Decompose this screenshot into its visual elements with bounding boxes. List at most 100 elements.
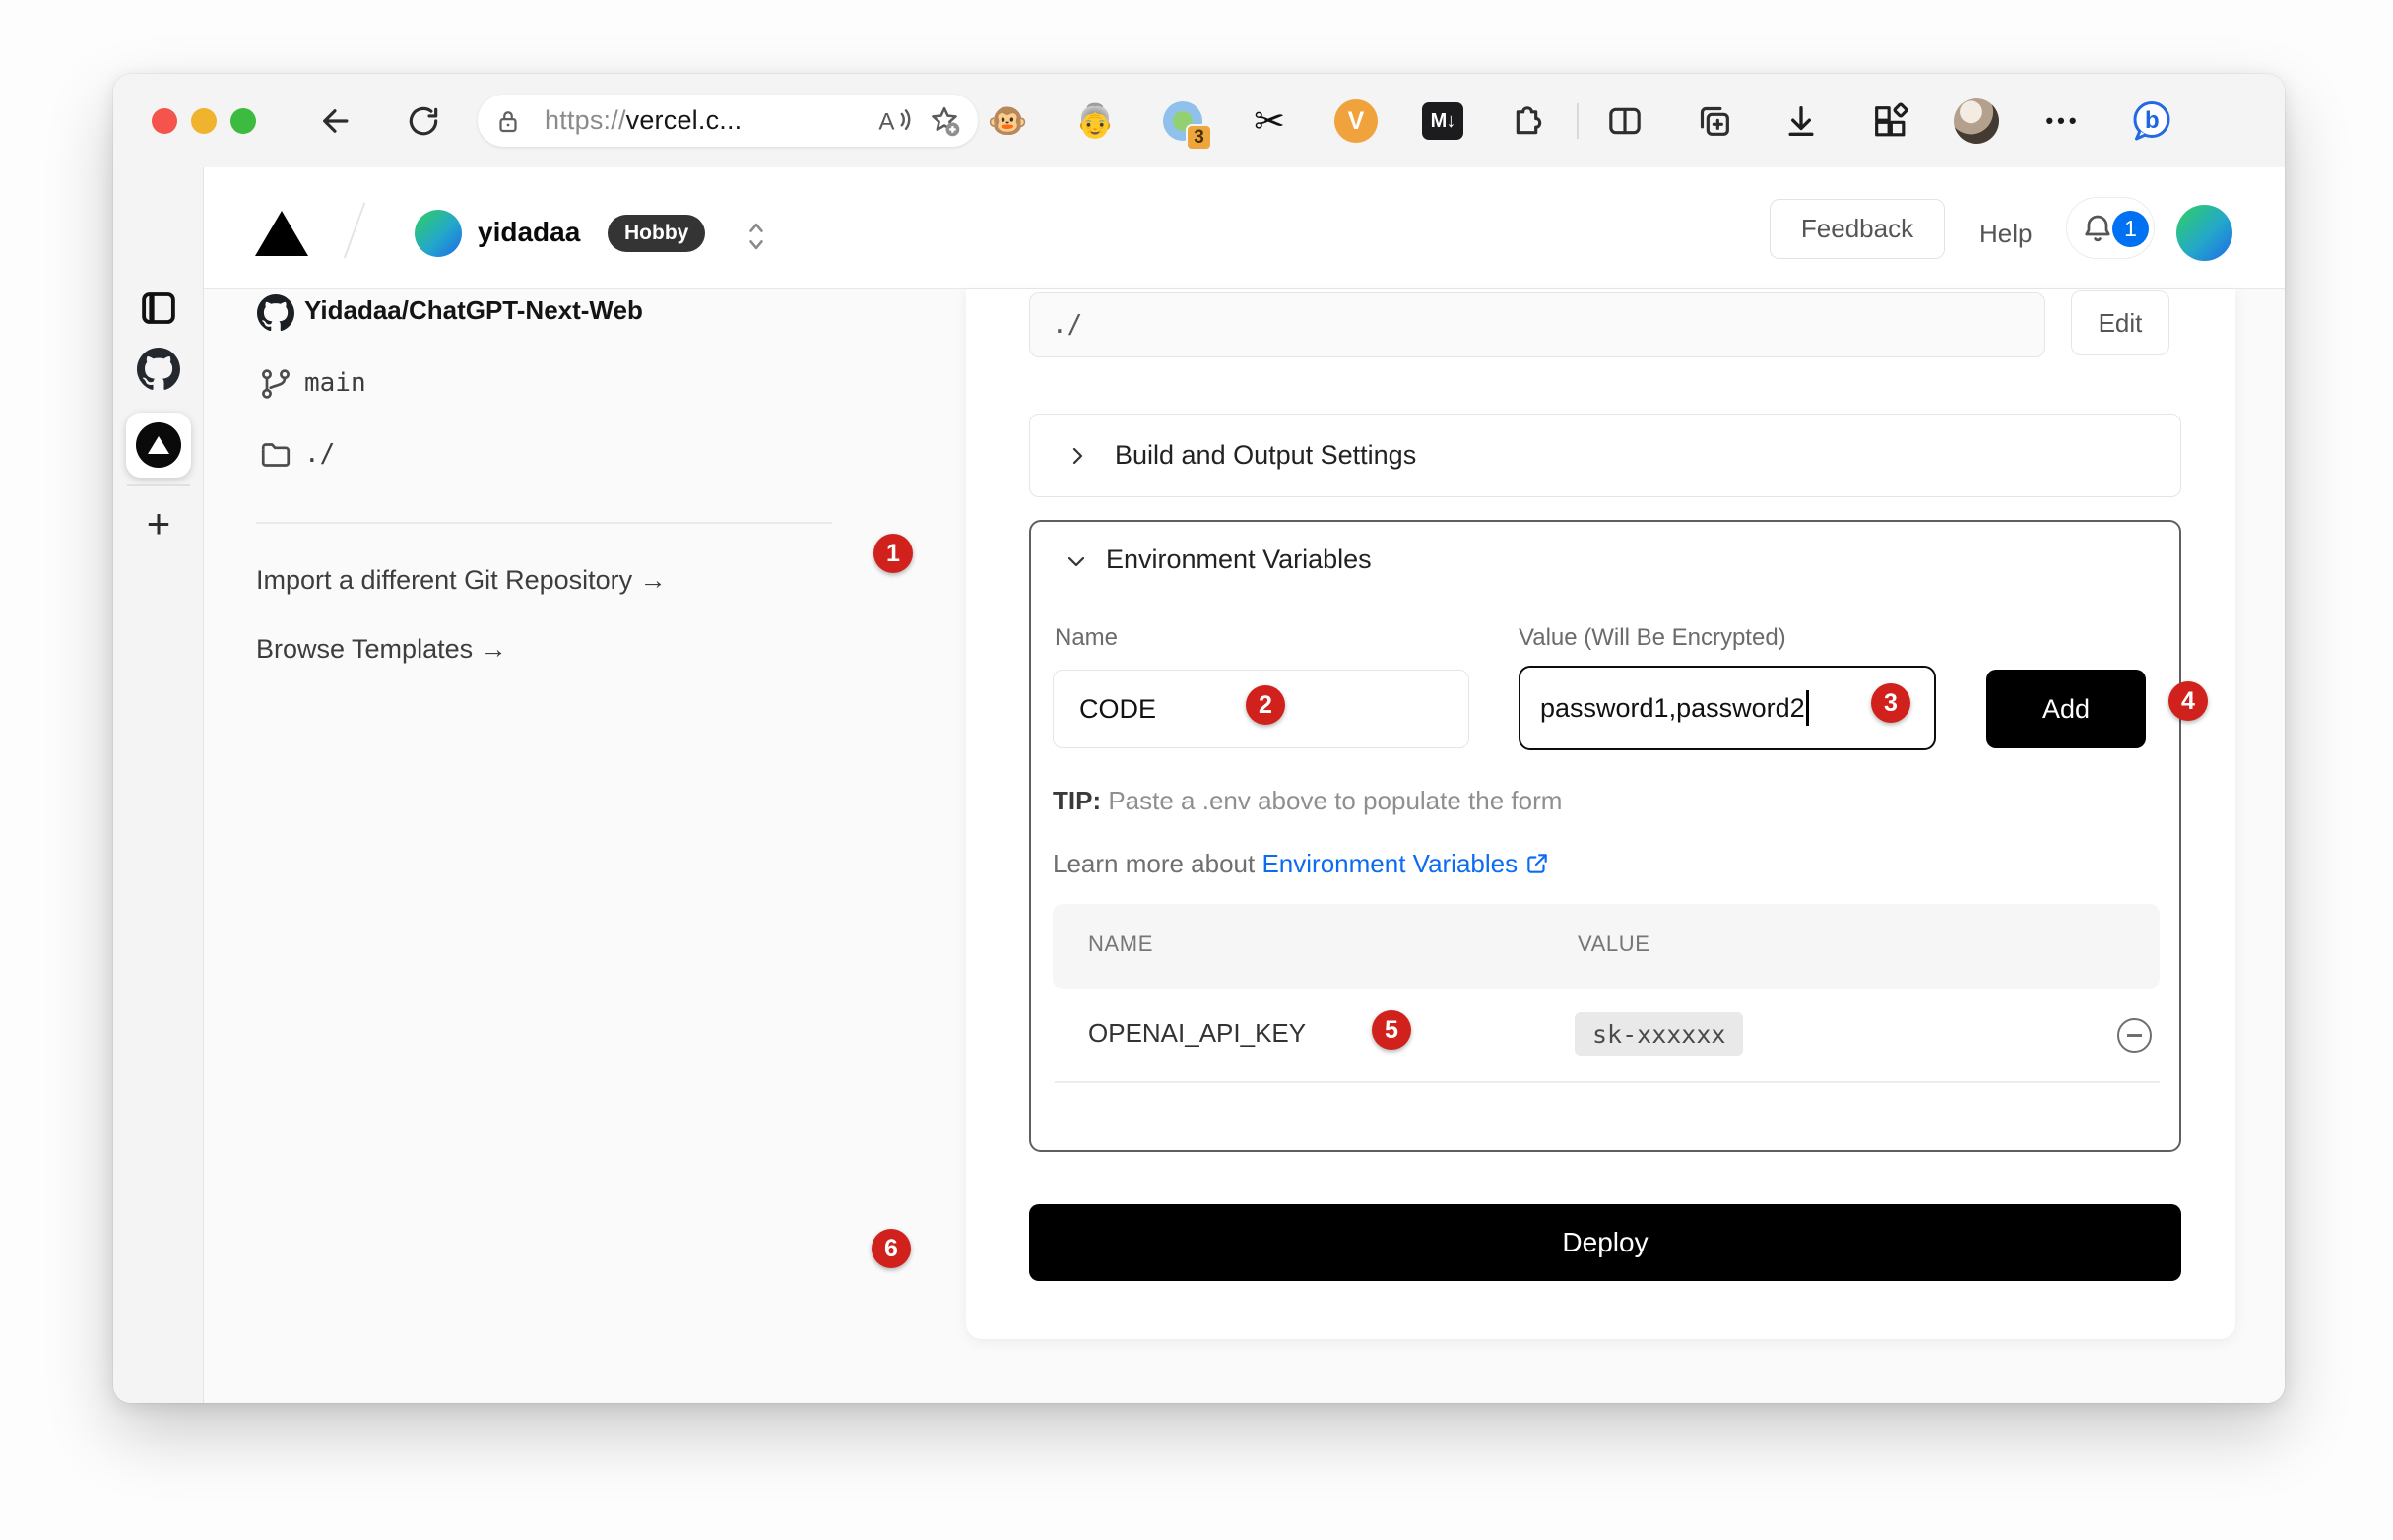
bing-icon: b bbox=[2128, 96, 2175, 147]
downloads-button[interactable] bbox=[1778, 97, 1825, 145]
chevron-updown-icon bbox=[744, 217, 769, 256]
chevron-down-icon[interactable] bbox=[1065, 549, 1088, 573]
monkey-icon: 🐵 bbox=[987, 102, 1027, 141]
apps-launcher-button[interactable] bbox=[1866, 97, 1913, 145]
annotation-badge-5: 5 bbox=[1372, 1010, 1411, 1050]
chevron-right-icon bbox=[1066, 444, 1089, 468]
breadcrumb-slash bbox=[344, 202, 365, 258]
profile-avatar bbox=[1954, 98, 1999, 144]
screenshot-stage: https://vercel.c... A 🐵 👵 3 ✂ V bbox=[0, 0, 2393, 1540]
read-aloud-icon[interactable]: A bbox=[877, 104, 911, 138]
v-logo-icon: V bbox=[1334, 99, 1378, 143]
learn-more-text: Learn more about Environment Variables bbox=[1053, 849, 1550, 879]
annotation-badge-3: 3 bbox=[1871, 683, 1910, 723]
vercel-logo[interactable] bbox=[255, 211, 308, 256]
extensions-menu-button[interactable] bbox=[1506, 97, 1553, 145]
env-row-divider bbox=[1055, 1081, 2160, 1083]
add-favorite-icon[interactable] bbox=[927, 103, 962, 139]
user-avatar[interactable] bbox=[2176, 205, 2232, 261]
deploy-button[interactable]: Deploy bbox=[1029, 1204, 2181, 1281]
extension-tampermonkey-icon[interactable]: 🐵 bbox=[984, 97, 1031, 145]
extension-session-icon[interactable]: 3 bbox=[1159, 97, 1206, 145]
edit-button[interactable]: Edit bbox=[2071, 290, 2169, 355]
ellipsis-icon: ••• bbox=[2045, 111, 2080, 131]
tip-bold: TIP: bbox=[1053, 786, 1101, 815]
tip-text: TIP: Paste a .env above to populate the … bbox=[1053, 786, 1562, 816]
toolbar-divider bbox=[1577, 103, 1579, 139]
sidebar-add-button[interactable]: + bbox=[137, 502, 180, 545]
annotation-badge-2: 2 bbox=[1246, 685, 1285, 725]
minus-icon bbox=[2127, 1034, 2142, 1037]
url-text: https://vercel.c... bbox=[545, 105, 742, 136]
environment-variables-title[interactable]: Environment Variables bbox=[1106, 545, 1372, 575]
apps-grid-icon bbox=[1870, 101, 1909, 141]
url-protocol: https:// bbox=[545, 105, 626, 135]
import-different-repo-link[interactable]: Import a different Git Repository → bbox=[256, 565, 667, 596]
extension-scissors-icon[interactable]: ✂ bbox=[1246, 97, 1293, 145]
extension-markdown-icon[interactable]: M↓ bbox=[1419, 97, 1466, 145]
annotation-badge-1: 1 bbox=[873, 534, 913, 573]
vercel-header: yidadaa Hobby Feedback Help 1 bbox=[204, 167, 2285, 289]
svg-text:A: A bbox=[878, 108, 895, 135]
traffic-minimize-button[interactable] bbox=[191, 108, 217, 134]
environment-variables-link[interactable]: Environment Variables bbox=[1261, 849, 1518, 878]
lock-icon bbox=[493, 106, 523, 136]
env-row-name: OPENAI_API_KEY bbox=[1088, 1018, 1306, 1049]
tab-count-badge: 3 bbox=[1186, 124, 1212, 151]
back-button[interactable] bbox=[313, 99, 356, 143]
folder-icon bbox=[256, 435, 295, 475]
address-bar[interactable]: https://vercel.c... A bbox=[478, 95, 978, 147]
github-icon bbox=[137, 348, 180, 391]
vercel-page: yidadaa Hobby Feedback Help 1 Yidadaa/Ch… bbox=[204, 167, 2285, 1403]
env-value-text: password1,password2 bbox=[1540, 693, 1805, 724]
remove-env-row-button[interactable] bbox=[2117, 1018, 2152, 1053]
sidebar-panel-button[interactable] bbox=[137, 287, 180, 330]
env-row-value-chip: sk-xxxxxx bbox=[1575, 1012, 1743, 1056]
left-panel-divider bbox=[256, 522, 832, 524]
extension-v-icon[interactable]: V bbox=[1332, 97, 1380, 145]
bing-chat-button[interactable]: b bbox=[2128, 97, 2175, 145]
help-link[interactable]: Help bbox=[1979, 219, 2032, 249]
journal-panel-icon bbox=[138, 288, 179, 329]
browse-templates-link[interactable]: Browse Templates → bbox=[256, 634, 507, 665]
sidebar-divider bbox=[127, 484, 190, 486]
import-form-card: ./ Edit Build and Output Settings Enviro… bbox=[966, 289, 2235, 1339]
sidebar-vercel-active-tab[interactable] bbox=[126, 413, 191, 478]
add-button[interactable]: Add bbox=[1986, 670, 2146, 748]
traffic-close-button[interactable] bbox=[152, 108, 177, 134]
notifications-button[interactable]: 1 bbox=[2066, 197, 2155, 259]
split-screen-icon bbox=[1605, 101, 1645, 141]
svg-text:b: b bbox=[2145, 107, 2160, 134]
markdown-download-icon: M↓ bbox=[1422, 102, 1463, 140]
annotation-badge-6: 6 bbox=[872, 1229, 911, 1268]
root-directory-input[interactable]: ./ bbox=[1029, 292, 2045, 357]
edge-sidebar: + bbox=[113, 167, 204, 1403]
scope-avatar[interactable] bbox=[415, 210, 462, 257]
learn-prefix: Learn more about bbox=[1053, 849, 1261, 878]
collections-add-icon bbox=[1695, 101, 1734, 141]
root-directory-text: ./ bbox=[1052, 310, 1082, 340]
extension-grandma-icon[interactable]: 👵 bbox=[1071, 97, 1119, 145]
scope-name[interactable]: yidadaa bbox=[478, 217, 580, 248]
plan-badge: Hobby bbox=[608, 215, 705, 252]
build-output-settings-section[interactable]: Build and Output Settings bbox=[1029, 414, 2181, 497]
profile-button[interactable] bbox=[1953, 97, 2000, 145]
scissors-icon: ✂ bbox=[1254, 99, 1285, 144]
feedback-button[interactable]: Feedback bbox=[1770, 199, 1945, 259]
refresh-button[interactable] bbox=[402, 99, 445, 143]
split-screen-button[interactable] bbox=[1601, 97, 1649, 145]
build-output-settings-label: Build and Output Settings bbox=[1115, 440, 1416, 471]
repo-github-icon bbox=[256, 293, 295, 333]
collections-button[interactable] bbox=[1691, 97, 1738, 145]
notification-count-badge: 1 bbox=[2112, 211, 2149, 247]
settings-more-button[interactable]: ••• bbox=[2039, 97, 2087, 145]
git-branch-icon bbox=[256, 364, 295, 404]
env-table-header: NAME VALUE bbox=[1053, 904, 2160, 989]
scope-switcher-button[interactable] bbox=[744, 217, 769, 261]
sidebar-github-button[interactable] bbox=[137, 348, 180, 391]
root-directory-value: ./ bbox=[304, 439, 335, 469]
grandma-icon: 👵 bbox=[1074, 102, 1115, 141]
traffic-zoom-button[interactable] bbox=[230, 108, 256, 134]
env-table-header-value: VALUE bbox=[1578, 931, 1650, 957]
tip-rest: Paste a .env above to populate the form bbox=[1101, 786, 1562, 815]
